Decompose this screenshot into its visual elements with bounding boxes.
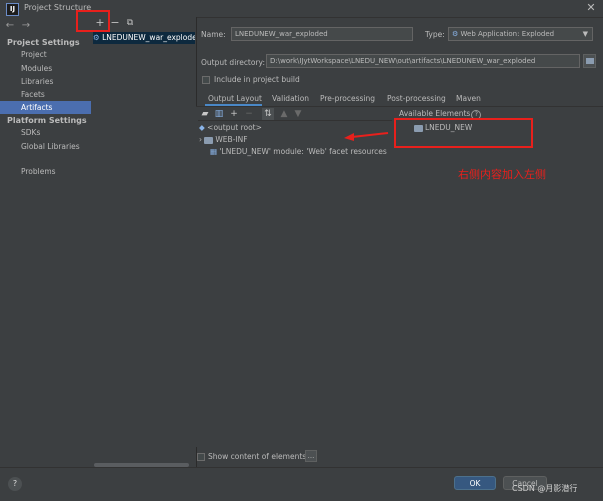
- tab-maven[interactable]: Maven: [456, 94, 481, 103]
- name-field[interactable]: LNEDUNEW_war_exploded: [231, 27, 413, 41]
- sort-icon[interactable]: ⇅: [262, 108, 274, 120]
- close-icon[interactable]: ✕: [584, 1, 598, 15]
- include-in-build-checkbox[interactable]: [202, 76, 210, 84]
- facet-resources-label: 'LNEDU_NEW' module: 'Web' facet resource…: [219, 147, 387, 156]
- available-item[interactable]: LNEDU_NEW: [414, 123, 472, 132]
- back-arrow-icon[interactable]: ←: [3, 19, 17, 33]
- artifacts-list-panel: [92, 17, 197, 467]
- annotation-text: 右侧内容加入左侧: [458, 168, 546, 181]
- toolbar-separator: [198, 120, 392, 121]
- tree-output-root[interactable]: ◆ <output root>: [199, 123, 262, 132]
- chevron-down-icon: ▼: [582, 30, 588, 38]
- annotation-arrow: [344, 132, 389, 141]
- forward-arrow-icon[interactable]: →: [19, 19, 33, 33]
- tree-web-inf[interactable]: › WEB-INF: [199, 135, 248, 144]
- folder-icon: [586, 58, 594, 64]
- sidebar-item-libraries[interactable]: Libraries: [0, 75, 91, 88]
- web-artifact-icon: ⚙: [93, 33, 100, 42]
- remove-element-icon[interactable]: −: [243, 108, 255, 120]
- platform-settings-title: Platform Settings: [7, 116, 87, 125]
- show-content-label: Show content of elements: [208, 452, 307, 461]
- sidebar-item-problems[interactable]: Problems: [0, 165, 91, 178]
- output-root-icon: ◆: [199, 123, 205, 132]
- tab-output-layout[interactable]: Output Layout: [208, 94, 262, 103]
- available-elements-text: Available Elements: [399, 109, 471, 118]
- sidebar-item-global-libraries[interactable]: Global Libraries: [0, 140, 91, 153]
- folder-icon: [204, 136, 214, 144]
- tree-facet-resources[interactable]: ▦ 'LNEDU_NEW' module: 'Web' facet resour…: [210, 147, 387, 156]
- output-layout-pane: [196, 107, 603, 447]
- remove-artifact-button[interactable]: −: [108, 16, 122, 30]
- module-folder-icon: [414, 124, 423, 132]
- sidebar-item-sdks[interactable]: SDKs: [0, 126, 91, 139]
- artifact-item-label: LNEDUNEW_war_exploded: [102, 33, 195, 42]
- facet-resources-icon: ▦: [210, 147, 218, 156]
- output-root-label: <output root>: [207, 123, 262, 132]
- annotation-box-add: [76, 10, 110, 32]
- tab-validation[interactable]: Validation: [272, 94, 309, 103]
- project-settings-title: Project Settings: [7, 38, 80, 47]
- ok-button[interactable]: OK: [454, 476, 496, 490]
- help-button[interactable]: ?: [8, 477, 22, 491]
- move-down-icon[interactable]: ▼: [292, 108, 304, 120]
- output-directory-field[interactable]: D:\work\IJytWorkspace\LNEDU_NEW\out\arti…: [266, 54, 580, 68]
- include-in-build-label: Include in project build: [214, 75, 300, 84]
- active-tab-indicator: [205, 104, 262, 106]
- available-item-label: LNEDU_NEW: [425, 123, 473, 132]
- sidebar-item-project[interactable]: Project: [0, 48, 91, 61]
- add-element-icon[interactable]: +: [228, 108, 240, 120]
- type-label: Type:: [425, 30, 445, 39]
- intellij-app-icon: IJ: [6, 3, 19, 16]
- copy-artifact-button[interactable]: ⧉: [123, 16, 137, 30]
- sidebar-item-modules[interactable]: Modules: [0, 62, 91, 75]
- output-directory-label: Output directory:: [201, 58, 265, 67]
- web-app-type-icon: ⚙: [452, 30, 459, 38]
- web-inf-label: WEB-INF: [215, 135, 248, 144]
- type-value: Web Application: Exploded: [460, 30, 555, 38]
- move-up-icon[interactable]: ▲: [278, 108, 290, 120]
- columns-icon[interactable]: ▥: [213, 108, 225, 120]
- show-content-checkbox[interactable]: [197, 453, 205, 461]
- name-label: Name:: [201, 30, 226, 39]
- tab-pre-processing[interactable]: Pre-processing: [320, 94, 375, 103]
- tab-post-processing[interactable]: Post-processing: [387, 94, 446, 103]
- browse-folder-button[interactable]: [583, 54, 596, 68]
- type-dropdown[interactable]: ⚙ Web Application: Exploded ▼: [448, 27, 593, 41]
- sidebar-item-facets[interactable]: Facets: [0, 88, 91, 101]
- csdn-watermark: CSDN @月影潜行: [512, 484, 578, 493]
- sidebar-item-artifacts[interactable]: Artifacts: [0, 101, 91, 114]
- chevron-right-icon: ›: [199, 135, 202, 144]
- create-directory-icon[interactable]: ▰: [199, 108, 211, 120]
- artifact-list-item[interactable]: ⚙ LNEDUNEW_war_exploded: [93, 32, 195, 44]
- ellipsis-button[interactable]: ...: [305, 450, 317, 462]
